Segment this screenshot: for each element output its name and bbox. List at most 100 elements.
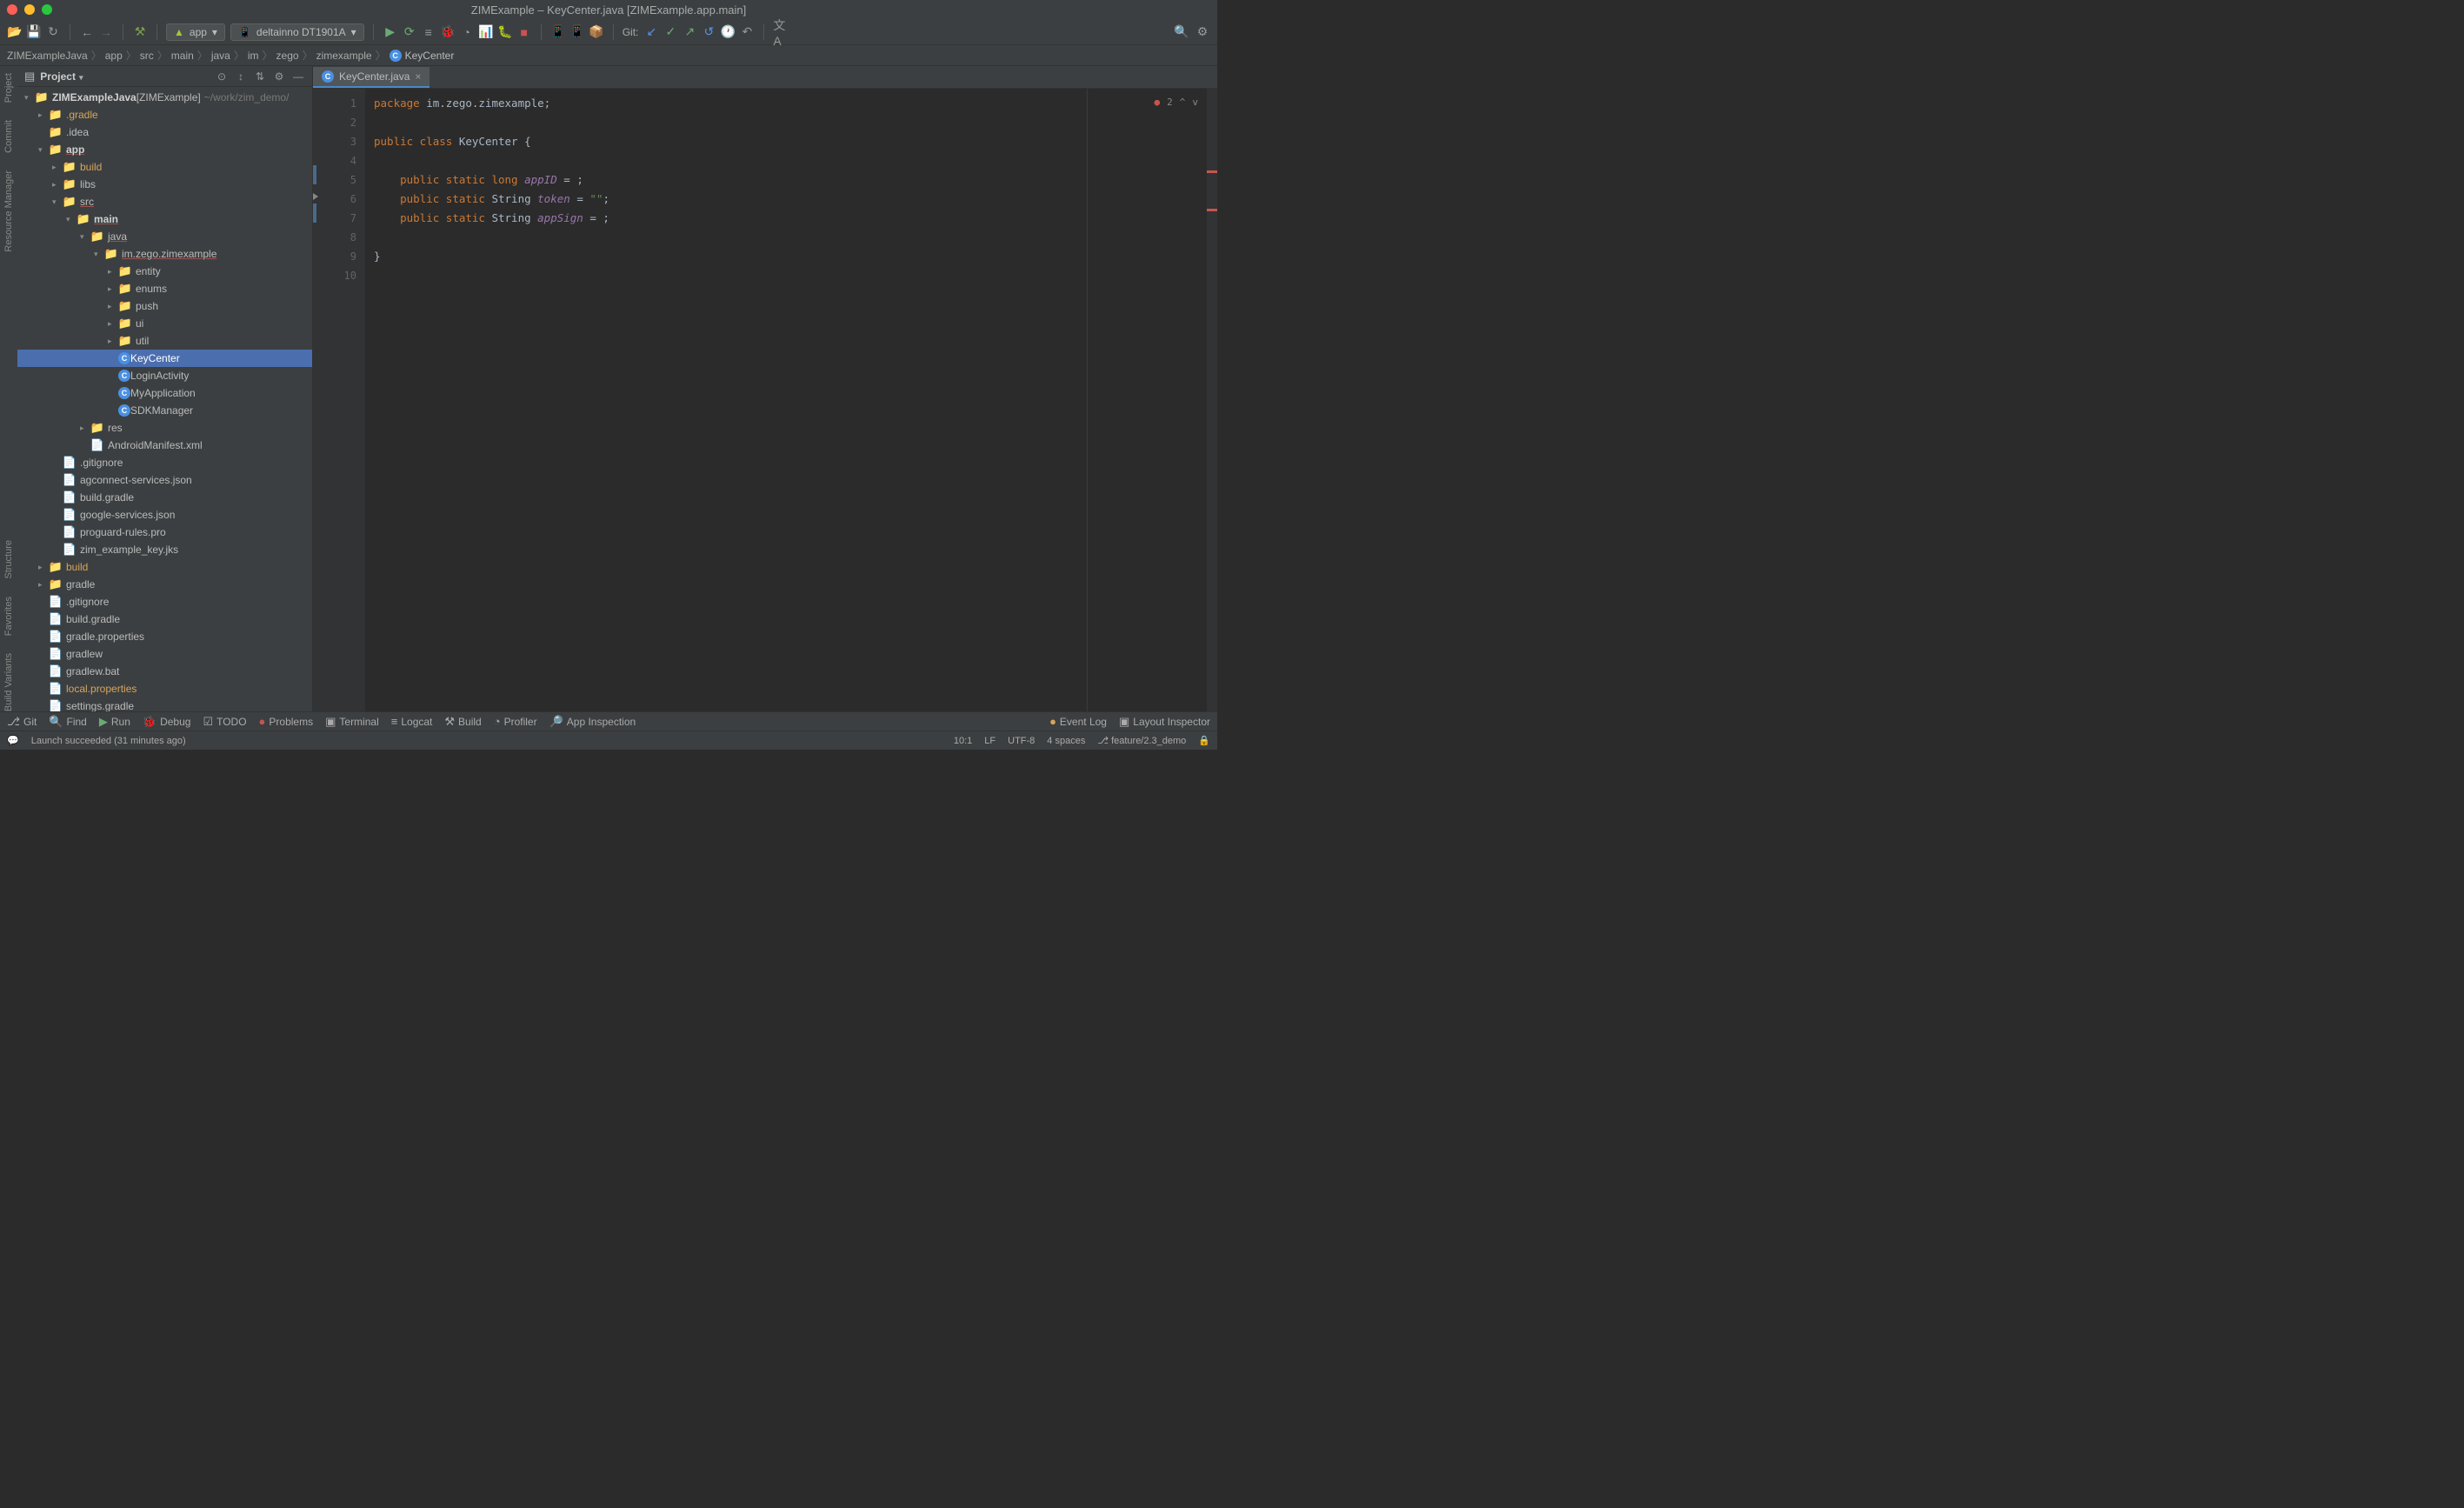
tree-item[interactable]: 📄build.gradle xyxy=(17,489,312,506)
tab-debug[interactable]: 🐞Debug xyxy=(143,715,191,729)
tree-item[interactable]: CLoginActivity xyxy=(17,367,312,384)
tree-item[interactable]: 📄AndroidManifest.xml xyxy=(17,437,312,454)
error-indicator-icon[interactable]: ● xyxy=(1155,93,1161,112)
tab-build[interactable]: ⚒Build xyxy=(444,715,481,729)
tree-item[interactable]: ▾📁app xyxy=(17,141,312,158)
editor-tab-keycenter[interactable]: C KeyCenter.java × xyxy=(313,67,430,88)
tree-item[interactable]: ▾📁main xyxy=(17,210,312,228)
tree-item[interactable]: ▾📁src xyxy=(17,193,312,210)
status-git-branch[interactable]: ⎇ feature/2.3_demo xyxy=(1097,735,1186,746)
run-config-selector[interactable]: ▲ app ▾ xyxy=(166,23,225,41)
tab-run[interactable]: ▶Run xyxy=(99,715,130,729)
git-update-icon[interactable]: ↙ xyxy=(643,24,659,40)
stop-icon[interactable]: ■ xyxy=(516,24,532,40)
coverage-icon[interactable]: ≡ xyxy=(421,24,436,40)
tree-item[interactable]: 📄google-services.json xyxy=(17,506,312,524)
tree-item[interactable]: 📄settings.gradle xyxy=(17,697,312,711)
profile-icon[interactable]: ◔ xyxy=(459,24,475,40)
select-opened-file-icon[interactable]: ⊙ xyxy=(215,70,229,83)
hammer-build-icon[interactable]: ⚒ xyxy=(132,24,148,40)
tree-item[interactable]: 📄.gitignore xyxy=(17,454,312,471)
bc-item[interactable]: zego xyxy=(276,50,299,62)
strip-structure[interactable]: Structure xyxy=(3,540,14,579)
bc-item[interactable]: im xyxy=(248,50,259,62)
tree-item[interactable]: ▸📁enums xyxy=(17,280,312,297)
tree-item[interactable]: ▸📁.gradle xyxy=(17,106,312,123)
sdk-manager-icon[interactable]: 📦 xyxy=(589,24,604,40)
tree-item[interactable]: ▸📁libs xyxy=(17,176,312,193)
tree-item[interactable]: 📄agconnect-services.json xyxy=(17,471,312,489)
profiler-icon[interactable]: 📊 xyxy=(478,24,494,40)
tree-item[interactable]: ▾📁java xyxy=(17,228,312,245)
back-icon[interactable]: ← xyxy=(79,24,95,40)
tab-logcat[interactable]: ≡Logcat xyxy=(391,715,433,728)
tree-item[interactable]: ▸📁build xyxy=(17,558,312,576)
bc-item[interactable]: app xyxy=(105,50,123,62)
tab-git[interactable]: ⎇Git xyxy=(7,715,37,729)
tree-item[interactable]: ▸📁res xyxy=(17,419,312,437)
status-caret-position[interactable]: 10:1 xyxy=(954,736,972,746)
forward-icon[interactable]: → xyxy=(98,24,114,40)
bc-item[interactable]: java xyxy=(211,50,230,62)
bc-item[interactable]: zimexample xyxy=(316,50,372,62)
tree-item[interactable]: CMyApplication xyxy=(17,384,312,402)
status-notification-icon[interactable]: 💬 xyxy=(7,735,19,746)
avd-manager-icon[interactable]: 📱 xyxy=(550,24,566,40)
tree-item[interactable]: 📄gradlew.bat xyxy=(17,663,312,680)
tab-problems[interactable]: ●Problems xyxy=(259,715,314,728)
tab-profiler[interactable]: ◔Profiler xyxy=(494,715,537,728)
tree-item[interactable]: ▸📁entity xyxy=(17,263,312,280)
tree-item[interactable]: 📁.idea xyxy=(17,123,312,141)
tab-find[interactable]: 🔍Find xyxy=(49,715,87,729)
settings-icon[interactable]: ⚙ xyxy=(1195,24,1210,40)
tree-item[interactable]: ▾📁im.zego.zimexample xyxy=(17,245,312,263)
run-tests-icon[interactable]: ⟳ xyxy=(402,24,417,40)
panel-settings-icon[interactable]: ⚙ xyxy=(272,70,286,83)
editor-gutter[interactable]: 12345678910 xyxy=(313,89,365,711)
open-icon[interactable]: 📂 xyxy=(7,24,23,40)
window-minimize-button[interactable] xyxy=(24,4,35,15)
project-tree[interactable]: ▾📁 ZIMExampleJava [ZIMExample] ~/work/zi… xyxy=(17,87,312,711)
strip-favorites[interactable]: Favorites xyxy=(3,597,14,636)
project-panel-title[interactable]: Project xyxy=(40,70,83,83)
window-maximize-button[interactable] xyxy=(42,4,52,15)
git-rollback-icon[interactable]: ↶ xyxy=(739,24,755,40)
error-stripe[interactable] xyxy=(1207,89,1217,711)
tree-item[interactable]: ▸📁util xyxy=(17,332,312,350)
debug-icon[interactable]: 🐞 xyxy=(440,24,456,40)
tree-item[interactable]: CSDKManager xyxy=(17,402,312,419)
git-push-icon[interactable]: ↗ xyxy=(682,24,697,40)
tree-item[interactable]: ▸📁build xyxy=(17,158,312,176)
tree-item[interactable]: CKeyCenter xyxy=(17,350,312,367)
save-all-icon[interactable]: 💾 xyxy=(26,24,42,40)
status-encoding[interactable]: UTF-8 xyxy=(1008,736,1035,746)
code-editor[interactable]: ● 2 ^ v package im.zego.zimexample; publ… xyxy=(365,89,1207,711)
inspect-down-icon[interactable]: v xyxy=(1192,93,1198,112)
window-close-button[interactable] xyxy=(7,4,17,15)
translate-icon[interactable]: 文A xyxy=(773,24,789,40)
inspect-up-icon[interactable]: ^ xyxy=(1180,93,1186,112)
device-selector[interactable]: 📱 deltainno DT1901A ▾ xyxy=(230,23,364,41)
tab-todo[interactable]: ☑TODO xyxy=(203,715,246,729)
tree-root[interactable]: ▾📁 ZIMExampleJava [ZIMExample] ~/work/zi… xyxy=(17,89,312,106)
tab-app-inspection[interactable]: 🔎App Inspection xyxy=(549,715,636,729)
tree-item[interactable]: 📄zim_example_key.jks xyxy=(17,541,312,558)
tree-item[interactable]: 📄gradlew xyxy=(17,645,312,663)
tree-item[interactable]: ▸📁ui xyxy=(17,315,312,332)
tree-item[interactable]: ▸📁push xyxy=(17,297,312,315)
bc-item[interactable]: src xyxy=(140,50,154,62)
status-lock-icon[interactable]: 🔒 xyxy=(1198,735,1210,746)
git-clock-icon[interactable]: 🕐 xyxy=(720,24,736,40)
tree-item[interactable]: 📄gradle.properties xyxy=(17,628,312,645)
problems-count[interactable]: 2 xyxy=(1167,93,1173,112)
bc-item[interactable]: main xyxy=(171,50,194,62)
git-history-icon[interactable]: ↺ xyxy=(701,24,716,40)
status-indent[interactable]: 4 spaces xyxy=(1047,736,1085,746)
bc-item[interactable]: ZIMExampleJava xyxy=(7,50,88,62)
tree-item[interactable]: 📄local.properties xyxy=(17,680,312,697)
bc-item-class[interactable]: C KeyCenter xyxy=(390,50,455,62)
strip-resource-manager[interactable]: Resource Manager xyxy=(3,170,14,252)
expand-all-icon[interactable]: ↕ xyxy=(234,70,248,83)
git-commit-icon[interactable]: ✓ xyxy=(663,24,678,40)
error-mark[interactable] xyxy=(1207,209,1217,211)
